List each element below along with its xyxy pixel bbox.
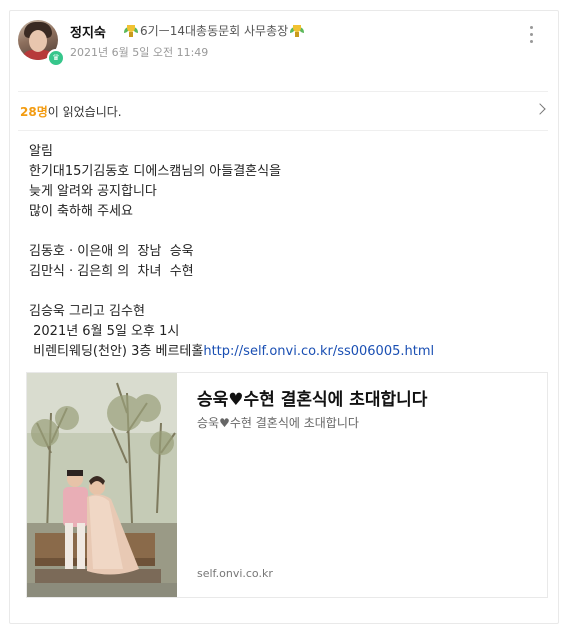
body-blank bbox=[29, 222, 529, 242]
trophy-icon bbox=[290, 24, 305, 38]
body-line: 2021년 6월 5일 오후 1시 bbox=[29, 324, 180, 339]
author-rank-text: 6기ㅡ14대총동문회 사무총장 bbox=[140, 24, 289, 38]
trophy-icon bbox=[124, 24, 138, 38]
wedding-photo-image bbox=[27, 373, 177, 597]
preview-description: 승욱♥수현 결혼식에 초대합니다 bbox=[197, 416, 359, 430]
link-preview-card[interactable]: 승욱♥수현 결혼식에 초대합니다 승욱♥수현 결혼식에 초대합니다 self.o… bbox=[26, 372, 548, 598]
preview-title[interactable]: 승욱♥수현 결혼식에 초대합니다 bbox=[197, 385, 427, 410]
body-line: 한기대15기김동호 디에스캠님의 아들결혼식을 bbox=[29, 164, 282, 179]
readers-count: 28명 bbox=[20, 105, 48, 119]
post-date: 2021년 6월 5일 오전 11:49 bbox=[70, 46, 209, 59]
avatar-face bbox=[29, 30, 47, 52]
readers-row[interactable]: 28명이 읽었습니다. bbox=[18, 91, 548, 131]
post-body: 알림 한기대15기김동호 디에스캠님의 아들결혼식을 늦게 알려와 공지합니다 … bbox=[29, 142, 529, 362]
readers-text: 28명이 읽었습니다. bbox=[20, 103, 122, 120]
body-line: 많이 축하해 주세요 bbox=[29, 204, 133, 219]
body-blank bbox=[29, 282, 529, 302]
readers-suffix: 이 읽었습니다. bbox=[47, 105, 122, 119]
author-rank: 6기ㅡ14대총동문회 사무총장 bbox=[122, 22, 306, 39]
body-line: 김만식 · 김은희 의 차녀 수현 bbox=[29, 264, 194, 279]
invitation-link[interactable]: http://self.onvi.co.kr/ss006005.html bbox=[203, 344, 434, 359]
author-name[interactable]: 정지숙 bbox=[70, 22, 106, 41]
body-line: 알림 bbox=[29, 144, 53, 159]
more-vert-icon[interactable] bbox=[528, 26, 534, 46]
venue-text: 비렌티웨딩(천안) 3층 베르테홀 bbox=[29, 344, 204, 359]
preview-domain: self.onvi.co.kr bbox=[197, 567, 273, 580]
body-line: 김승욱 그리고 김수현 bbox=[29, 304, 145, 319]
post-header: ♛ 정지숙 6기ㅡ14대총동문회 사무총장 2021년 6월 5일 오전 11:… bbox=[18, 20, 538, 67]
body-line: 김동호 · 이은애 의 장남 승욱 bbox=[29, 244, 194, 259]
body-line-with-link: 비렌티웨딩(천안) 3층 베르테홀http://self.onvi.co.kr/… bbox=[29, 342, 529, 362]
online-badge-icon: ♛ bbox=[47, 49, 65, 67]
preview-photo[interactable] bbox=[27, 373, 177, 597]
chevron-right-icon bbox=[534, 103, 546, 115]
body-line: 늦게 알려와 공지합니다 bbox=[29, 184, 157, 199]
